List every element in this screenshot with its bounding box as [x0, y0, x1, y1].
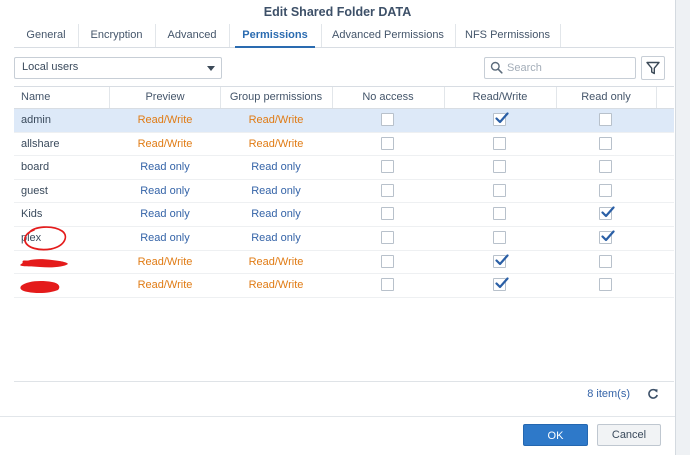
no-access-checkbox[interactable]: [381, 278, 394, 292]
read-only-checkbox[interactable]: [599, 183, 612, 197]
user-type-selected: Local users: [22, 61, 79, 73]
table-row[interactable]: plex Read only Read only: [14, 226, 674, 251]
read-write-checkbox[interactable]: [493, 253, 509, 269]
tab-permissions[interactable]: Permissions: [229, 24, 322, 48]
read-only-checkbox[interactable]: [599, 160, 612, 174]
read-write-checkbox[interactable]: [493, 112, 509, 127]
preview-permission: Read/Write: [137, 137, 193, 150]
column-header-read-only[interactable]: Read only: [556, 87, 657, 108]
table-row[interactable]: board Read only Read only: [14, 156, 674, 180]
search-box[interactable]: [484, 57, 636, 79]
search-icon: [490, 61, 503, 77]
preview-permission: Read only: [140, 161, 190, 174]
redaction-scribble: [18, 256, 70, 273]
checkmark-icon: [495, 253, 509, 269]
filter-icon: [646, 61, 660, 75]
background-window-edge: [675, 0, 690, 455]
user-name: board: [21, 161, 50, 174]
refresh-icon: [648, 388, 658, 399]
column-header-no-access[interactable]: No access: [332, 87, 445, 108]
read-write-checkbox[interactable]: [493, 160, 506, 174]
user-name: admin: [21, 114, 51, 126]
ok-button[interactable]: OK: [523, 424, 588, 446]
dialog-title: Edit Shared Folder DATA: [263, 5, 412, 19]
tab-nfs-permissions[interactable]: NFS Permissions: [455, 24, 561, 47]
no-access-checkbox[interactable]: [381, 207, 394, 221]
no-access-checkbox[interactable]: [381, 254, 394, 268]
read-only-checkbox[interactable]: [599, 254, 612, 268]
preview-permission: Read only: [140, 184, 190, 197]
user-name: Kids: [21, 208, 43, 221]
cancel-button[interactable]: Cancel: [597, 424, 661, 446]
read-only-checkbox[interactable]: [599, 206, 615, 221]
read-write-checkbox[interactable]: [493, 207, 506, 221]
footer-divider: [14, 381, 674, 382]
no-access-checkbox[interactable]: [381, 160, 394, 174]
tab-advanced[interactable]: Advanced: [155, 24, 230, 47]
group-permission: Read/Write: [248, 279, 304, 292]
preview-permission: Read/Write: [137, 279, 193, 292]
preview-permission: Read only: [140, 231, 190, 244]
read-write-checkbox[interactable]: [493, 277, 509, 292]
read-write-checkbox[interactable]: [493, 136, 506, 150]
checkmark-icon: [601, 206, 615, 221]
checkmark-icon: [495, 277, 509, 292]
edit-shared-folder-dialog: Edit Shared Folder DATA General Encrypti…: [0, 0, 675, 455]
redaction-scribble: [18, 279, 62, 298]
item-count: 8 item(s): [587, 388, 630, 400]
no-access-checkbox[interactable]: [381, 113, 394, 126]
table-row[interactable]: Read/Write Read/Write: [14, 251, 674, 275]
table-row[interactable]: allshare Read/Write Read/Write: [14, 133, 674, 157]
column-header-read-write[interactable]: Read/Write: [444, 87, 557, 108]
preview-permission: Read only: [140, 208, 190, 221]
group-permission: Read only: [251, 184, 301, 197]
chevron-down-icon: [207, 66, 215, 71]
preview-permission: Read/Write: [137, 255, 193, 268]
search-input[interactable]: [507, 60, 627, 75]
read-write-checkbox[interactable]: [493, 183, 506, 197]
read-only-checkbox[interactable]: [599, 136, 612, 150]
table-row[interactable]: guest Read only Read only: [14, 180, 674, 204]
tab-bar: General Encryption Advanced Permissions …: [14, 24, 674, 48]
checkmark-icon: [601, 230, 615, 245]
column-header-preview[interactable]: Preview: [110, 87, 221, 108]
button-bar-divider: [0, 416, 675, 417]
checkmark-icon: [495, 112, 509, 127]
group-permission: Read only: [251, 161, 301, 174]
column-header-name[interactable]: Name: [14, 87, 110, 108]
tab-advanced-permissions[interactable]: Advanced Permissions: [321, 24, 456, 47]
group-permission: Read/Write: [248, 114, 304, 126]
tab-general[interactable]: General: [14, 24, 79, 47]
read-only-checkbox[interactable]: [599, 230, 615, 245]
group-permission: Read only: [251, 231, 301, 244]
column-header-group-permissions[interactable]: Group permissions: [220, 87, 333, 108]
user-name: allshare: [21, 137, 60, 150]
permissions-table: Name Preview Group permissions No access…: [14, 86, 674, 298]
read-only-checkbox[interactable]: [599, 113, 612, 126]
no-access-checkbox[interactable]: [381, 183, 394, 197]
no-access-checkbox[interactable]: [381, 230, 394, 244]
preview-permission: Read/Write: [137, 114, 193, 126]
no-access-checkbox[interactable]: [381, 136, 394, 150]
tab-encryption[interactable]: Encryption: [78, 24, 156, 47]
table-header: Name Preview Group permissions No access…: [14, 86, 674, 109]
refresh-button[interactable]: [647, 388, 659, 403]
table-row[interactable]: Read/Write Read/Write: [14, 274, 674, 298]
table-row[interactable]: Kids Read only Read only: [14, 203, 674, 227]
group-permission: Read/Write: [248, 137, 304, 150]
group-permission: Read only: [251, 208, 301, 221]
table-row[interactable]: admin Read/Write Read/Write: [14, 109, 674, 133]
table-body: admin Read/Write Read/Write allshare Read/Wr…: [14, 109, 674, 298]
filter-button[interactable]: [641, 56, 665, 80]
read-write-checkbox[interactable]: [493, 230, 506, 244]
user-type-dropdown[interactable]: Local users: [14, 57, 222, 79]
user-name: guest: [21, 184, 48, 197]
read-only-checkbox[interactable]: [599, 278, 612, 292]
group-permission: Read/Write: [248, 255, 304, 268]
